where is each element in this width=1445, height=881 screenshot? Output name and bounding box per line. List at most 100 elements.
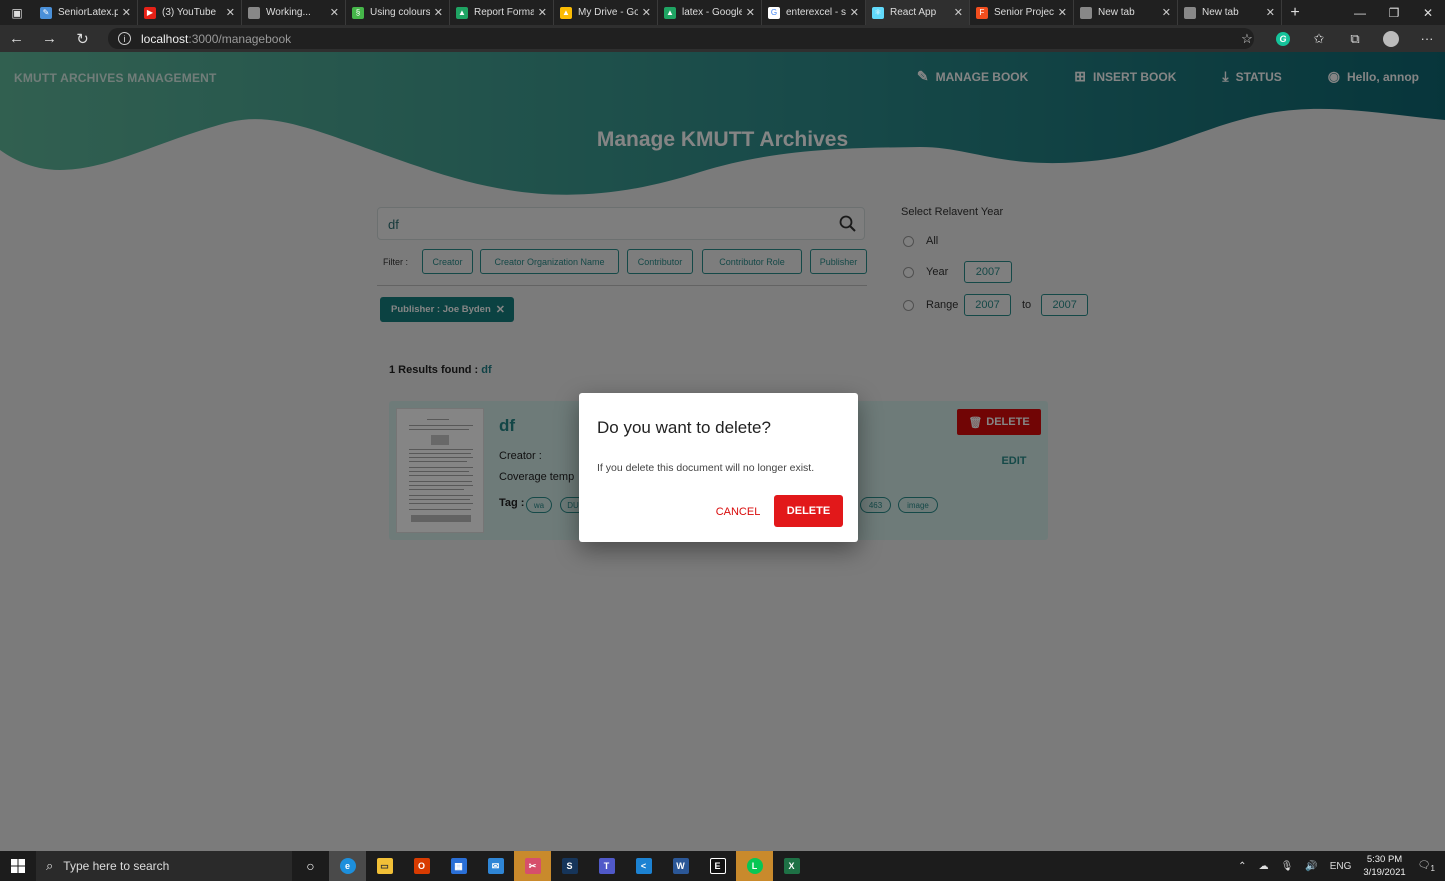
tab-favicon-icon: F [976,6,988,19]
taskbar-clock[interactable]: 5:30 PM 3/19/2021 [1357,853,1411,879]
tab-actions-icon[interactable]: ▣ [0,0,34,25]
notification-count: 1 [1430,862,1435,873]
close-window-icon[interactable]: ✕ [1411,0,1445,25]
tab-close-icon[interactable]: ✕ [1162,6,1171,19]
dialog-delete-button[interactable]: DELETE [774,495,843,527]
delete-confirm-dialog: Do you want to delete? If you delete thi… [579,393,858,542]
tab-title: Using colours [370,7,430,18]
tab-title: SeniorLatex.p [58,7,118,18]
add-favorite-icon[interactable]: ☆ [1229,31,1265,47]
tab-title: New tab [1202,7,1239,18]
url-host: localhost [141,31,189,46]
os-taskbar: ⌕ Type here to search ○ e ▭ O ▦ ✉ ✂ S T … [0,851,1445,881]
browser-tab[interactable]: Working... ✕ [242,0,346,25]
office-icon[interactable]: O [403,851,440,881]
tab-favicon-icon: ✎ [40,6,52,19]
tab-favicon-icon [248,6,260,19]
tab-favicon-icon: ▲ [664,6,676,19]
tab-title: latex - Google [682,7,742,18]
clock-time: 5:30 PM [1366,854,1403,865]
browser-tab[interactable]: ⚛ React App ✕ [866,0,970,25]
browser-tab[interactable]: § Using colours ✕ [346,0,450,25]
edge-taskbar-icon[interactable]: e [329,851,366,881]
line-icon[interactable]: L [736,851,773,881]
tray-network-icon[interactable]: ☁ [1259,861,1269,872]
forward-icon[interactable]: → [33,30,66,47]
excel-icon[interactable]: X [773,851,810,881]
tab-favicon-icon [1184,6,1196,19]
browser-tab[interactable]: F Senior Projec ✕ [970,0,1074,25]
dialog-title: Do you want to delete? [597,418,771,437]
browser-tab[interactable]: ▲ My Drive - Go ✕ [554,0,658,25]
volume-icon[interactable]: 🔊 [1305,861,1317,872]
back-icon[interactable]: ← [0,30,33,47]
tab-favicon-icon: ▲ [560,6,572,19]
tab-close-icon[interactable]: ✕ [330,6,339,19]
tab-title: New tab [1098,7,1135,18]
teams-icon[interactable]: T [588,851,625,881]
tab-favicon-icon: ⚛ [872,6,884,19]
browser-tab[interactable]: ▲ latex - Google ✕ [658,0,762,25]
browser-tab[interactable]: New tab ✕ [1178,0,1282,25]
language-indicator[interactable]: ENG [1330,861,1352,872]
tab-close-icon[interactable]: ✕ [434,6,443,19]
browser-tab[interactable]: ▲ Report Forma ✕ [450,0,554,25]
taskbar-search[interactable]: ⌕ Type here to search [36,851,292,881]
dialog-cancel-button[interactable]: CANCEL [707,503,769,521]
tray-chevron-icon[interactable]: ⌃ [1238,861,1246,872]
word-icon[interactable]: W [662,851,699,881]
tab-list: ✎ SeniorLatex.p ✕ ▶ (3) YouTube ✕ Working... ✕ §… [34,0,1282,25]
windows-start-icon[interactable] [0,851,36,881]
dialog-message: If you delete this document will no long… [597,462,815,474]
browser-tab[interactable]: Genterexcel - s ✕ [762,0,866,25]
file-explorer-icon[interactable]: ▭ [366,851,403,881]
tab-close-icon[interactable]: ✕ [954,6,963,19]
mail-icon[interactable]: ✉ [477,851,514,881]
steam-icon[interactable]: S [551,851,588,881]
microphone-icon[interactable]: 🎙 [1281,861,1294,872]
tab-close-icon[interactable]: ✕ [1266,6,1275,19]
store-icon[interactable]: ▦ [440,851,477,881]
tab-title: Report Forma [474,7,534,18]
tab-title: My Drive - Go [578,7,638,18]
vscode-icon[interactable]: < [625,851,662,881]
tab-close-icon[interactable]: ✕ [746,6,755,19]
snip-icon[interactable]: ✂ [514,851,551,881]
tab-favicon-icon: § [352,6,364,19]
tab-favicon-icon: ▲ [456,6,468,19]
tab-close-icon[interactable]: ✕ [538,6,547,19]
browser-tab-strip: ▣ ✎ SeniorLatex.p ✕ ▶ (3) YouTube ✕ Working...… [0,0,1445,25]
tab-title: Working... [266,7,311,18]
new-tab-button[interactable]: + [1282,0,1308,25]
tab-close-icon[interactable]: ✕ [642,6,651,19]
grammarly-extension-icon[interactable]: G [1265,31,1301,46]
browser-tab[interactable]: ✎ SeniorLatex.p ✕ [34,0,138,25]
taskbar-search-placeholder: Type here to search [63,859,170,873]
browser-tab[interactable]: New tab ✕ [1074,0,1178,25]
tab-title: enterexcel - s [786,7,846,18]
magnifier-icon: ⌕ [46,858,54,873]
toolbar-right: ☆ G ✩ ⧉ ··· [1229,25,1445,52]
address-toolbar: ← → ↻ i localhost :3000/managebook ☆ G ✩… [0,25,1445,52]
browser-tab[interactable]: ▶ (3) YouTube ✕ [138,0,242,25]
tab-close-icon[interactable]: ✕ [226,6,235,19]
address-field[interactable]: i localhost :3000/managebook [108,28,1254,49]
notification-center-icon[interactable]: 🗨1 [1418,860,1435,873]
collections-icon[interactable]: ⧉ [1337,31,1373,47]
tab-title: React App [890,7,937,18]
favorites-icon[interactable]: ✩ [1301,31,1337,47]
minimize-icon[interactable]: — [1343,0,1377,25]
more-menu-icon[interactable]: ··· [1409,31,1445,46]
epic-games-icon[interactable]: E [699,851,736,881]
restore-icon[interactable]: ❐ [1377,0,1411,25]
tab-close-icon[interactable]: ✕ [850,6,859,19]
window-controls: — ❐ ✕ [1343,0,1445,25]
tab-close-icon[interactable]: ✕ [122,6,131,19]
site-info-icon[interactable]: i [118,32,131,45]
tab-favicon-icon [1080,6,1092,19]
profile-avatar[interactable] [1373,30,1409,47]
cortana-icon[interactable]: ○ [292,851,329,881]
reload-icon[interactable]: ↻ [66,30,99,48]
tab-close-icon[interactable]: ✕ [1058,6,1067,19]
tab-favicon-icon: ▶ [144,6,156,19]
